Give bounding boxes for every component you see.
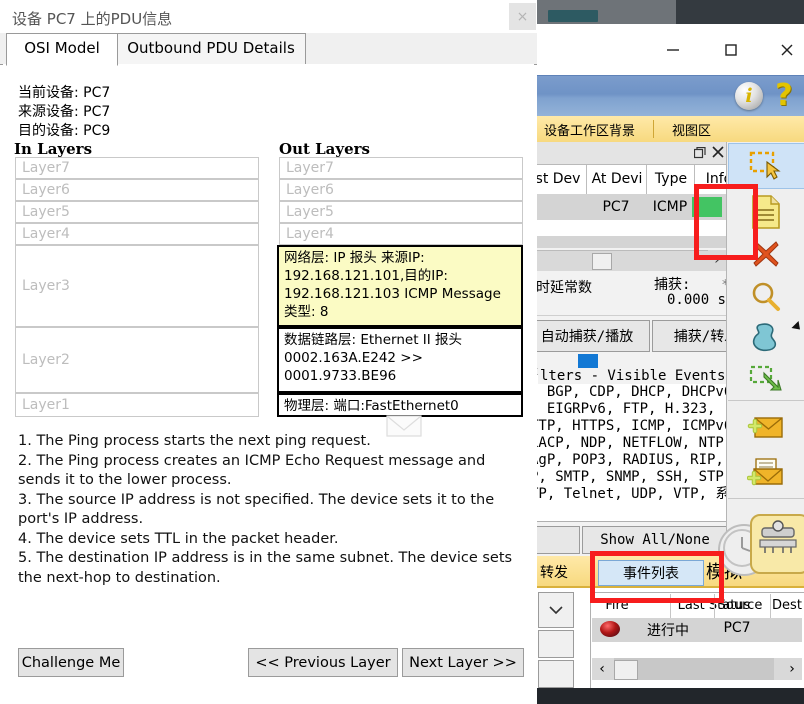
previous-layer-button[interactable]: << Previous Layer: [248, 648, 398, 677]
out-layer-4: Layer4: [279, 223, 523, 245]
event-filters-list: , BGP, CDP, DHCP, DHCPv6, , EIGRPv6, FTP…: [536, 384, 741, 502]
scroll-left-arrow-icon[interactable]: ‹: [592, 658, 612, 680]
scroll-right-arrow-icon[interactable]: ›: [782, 658, 802, 680]
status-bar: [536, 688, 804, 704]
desktop-background-dark: [676, 0, 804, 24]
workspace-bar-divider: [653, 120, 655, 138]
capture-label: 捕获:: [654, 277, 691, 293]
event-status: 进行中: [647, 623, 689, 639]
event-sidebar-button-2[interactable]: [538, 660, 574, 688]
app-toolbar-band: [536, 75, 804, 117]
info-icon[interactable]: i: [735, 82, 763, 110]
pdu-information-dialog: 设备 PC7 上的PDU信息 × OSI Model Outbound PDU …: [0, 0, 537, 704]
table-col-last-device[interactable]: st Dev: [536, 165, 587, 194]
panel-close-icon[interactable]: [712, 146, 724, 158]
envelope-plus-icon[interactable]: [728, 405, 804, 449]
event-source: PC7: [723, 620, 751, 636]
table-row-empty-2: [536, 236, 726, 248]
magnifier-icon[interactable]: [728, 275, 804, 319]
in-layer-3: Layer3: [15, 245, 259, 327]
x-delete-icon[interactable]: [728, 232, 804, 276]
filters-edit-button[interactable]: [536, 526, 580, 554]
blob-icon[interactable]: [728, 315, 804, 359]
next-layer-button[interactable]: Next Layer >>: [402, 648, 524, 677]
destination-device-label: 目的设备:: [18, 123, 79, 139]
out-layer-5: Layer5: [279, 201, 523, 223]
scroll-right-arrow-icon[interactable]: ›: [708, 250, 726, 270]
in-layer-1: Layer1: [15, 393, 259, 417]
cluster-device-icon[interactable]: [750, 514, 804, 574]
event-filters-legend: lters - Visible Events: [538, 368, 728, 384]
maximize-icon[interactable]: [708, 24, 754, 75]
source-device-row: 来源设备: PC7: [18, 101, 110, 121]
out-layer-1-physical[interactable]: 物理层: 端口:FastEthernet0: [277, 393, 523, 417]
table-col-type[interactable]: Type: [646, 165, 695, 194]
scrollbar-thumb[interactable]: [614, 660, 638, 680]
current-device-value: PC7: [83, 85, 111, 101]
dashed-rect-cursor-icon[interactable]: [728, 143, 804, 187]
destination-device-value: PC9: [83, 123, 111, 139]
current-device-label: 当前设备:: [18, 85, 79, 101]
scrollbar-track[interactable]: [614, 658, 774, 680]
source-device-value: PC7: [83, 104, 111, 120]
close-icon[interactable]: [764, 24, 804, 75]
tab-forward[interactable]: 转发: [536, 558, 572, 586]
table-cell-at-device: PC7: [602, 199, 630, 215]
background-app-window: i ? 设备工作区背景 视图区 st Dev At Devi Type Info…: [536, 0, 804, 704]
event-sidebar-button-1[interactable]: [538, 630, 574, 658]
destination-device-row: 目的设备: PC9: [18, 120, 110, 140]
in-layer-5: Layer5: [15, 201, 259, 223]
out-layer-7: Layer7: [279, 157, 523, 179]
workspace-bar-item-1[interactable]: 视图区: [664, 120, 719, 139]
out-layers-title: Out Layers: [279, 140, 370, 158]
delay-constant-label: 时延常数: [536, 280, 592, 296]
progress-indicator: [578, 354, 598, 368]
event-col-source[interactable]: Source: [712, 594, 768, 618]
restore-icon[interactable]: [693, 146, 706, 159]
dialog-close-button[interactable]: ×: [509, 3, 536, 30]
capture-value: 0.000 s: [666, 292, 726, 308]
in-layer-7: Layer7: [15, 157, 259, 179]
auto-capture-play-button[interactable]: 自动捕获/播放: [536, 320, 650, 352]
tab-outbound-pdu-details[interactable]: Outbound PDU Details: [116, 33, 306, 65]
workspace-bar: 设备工作区背景 视图区: [536, 116, 804, 144]
in-layers-title: In Layers: [14, 140, 93, 158]
red-dot-icon: [600, 621, 620, 637]
table-col-at-device[interactable]: At Devi: [586, 165, 647, 194]
process-description: 1. The Ping process starts the next ping…: [18, 433, 513, 586]
tab-osi-model[interactable]: OSI Model: [6, 33, 118, 66]
event-col-fire[interactable]: Fire: [594, 594, 640, 618]
desktop-background-teal: [548, 10, 598, 22]
in-layer-4: Layer4: [15, 223, 259, 245]
envelope-open-plus-icon[interactable]: [728, 450, 804, 494]
show-all-none-button[interactable]: Show All/None: [582, 526, 728, 554]
current-device-row: 当前设备: PC7: [18, 82, 110, 102]
out-layer-3-network[interactable]: 网络层: IP 报头 来源IP: 192.168.121.101,目的IP: 1…: [277, 245, 523, 327]
table-horizontal-scrollbar[interactable]: [536, 250, 726, 271]
info-icon-glyph: i: [745, 84, 753, 107]
table-row-empty: [536, 220, 726, 236]
chevron-down-icon[interactable]: [538, 592, 574, 628]
tab-event-list[interactable]: 事件列表: [598, 560, 704, 586]
out-layer-2-datalink[interactable]: 数据链路层: Ethernet II 报头 0002.163A.E242 >> …: [277, 327, 523, 393]
workspace-bar-item-0[interactable]: 设备工作区背景: [536, 120, 643, 139]
out-layer-6: Layer6: [279, 179, 523, 201]
in-layer-6: Layer6: [15, 179, 259, 201]
table-cell-type: ICMP: [652, 199, 688, 215]
source-device-label: 来源设备:: [18, 104, 79, 120]
event-col-dest[interactable]: Dest: [770, 594, 804, 618]
dialog-title: 设备 PC7 上的PDU信息: [12, 10, 173, 28]
in-layer-2: Layer2: [15, 327, 259, 393]
minimize-icon[interactable]: [650, 24, 696, 75]
challenge-me-button[interactable]: Challenge Me: [18, 648, 124, 677]
status-badge: [692, 197, 722, 217]
scrollbar-thumb[interactable]: [592, 253, 612, 270]
help-icon[interactable]: ?: [770, 80, 798, 112]
dashed-rect-arrow-icon[interactable]: [728, 356, 804, 400]
note-icon[interactable]: [728, 190, 804, 234]
